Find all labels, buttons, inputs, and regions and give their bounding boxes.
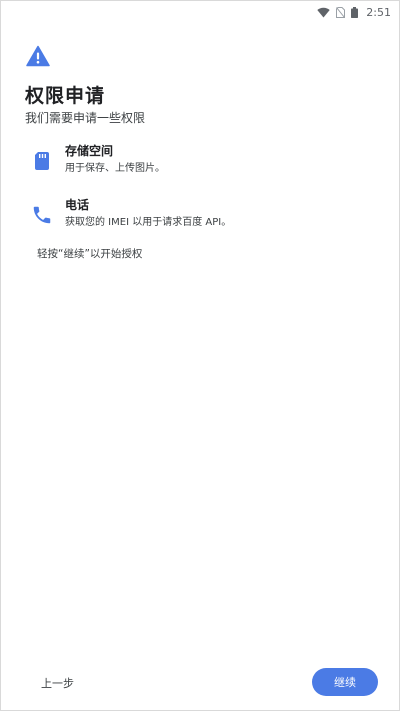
warning-icon — [26, 45, 50, 67]
battery-icon — [351, 6, 359, 18]
permission-name: 电话 — [65, 198, 90, 212]
hint-text: 轻按“继续”以开始授权 — [37, 248, 143, 260]
permission-description: 获取您的 IMEI 以用于请求百度 API。 — [65, 217, 232, 228]
permission-request-screen: 2:51 权限申请 我们需要申请一些权限 存储空间 用于保存、上传图片。 电话 … — [0, 0, 400, 711]
no-sim-icon — [336, 6, 346, 18]
permission-item-phone: 电话 获取您的 IMEI 以用于请求百度 API。 — [31, 197, 231, 230]
permission-item-storage: 存储空间 用于保存、上传图片。 — [31, 143, 165, 176]
permission-name: 存储空间 — [65, 144, 114, 158]
wifi-icon — [317, 7, 330, 18]
permission-description: 用于保存、上传图片。 — [65, 163, 165, 174]
status-bar: 2:51 — [1, 1, 399, 23]
back-button[interactable]: 上一步 — [41, 675, 74, 691]
page-title: 权限申请 — [25, 85, 106, 107]
sd-card-icon — [31, 149, 53, 173]
continue-button[interactable]: 继续 — [312, 668, 378, 696]
page-subtitle: 我们需要申请一些权限 — [25, 111, 146, 125]
phone-icon — [31, 203, 53, 227]
status-time: 2:51 — [366, 5, 391, 19]
